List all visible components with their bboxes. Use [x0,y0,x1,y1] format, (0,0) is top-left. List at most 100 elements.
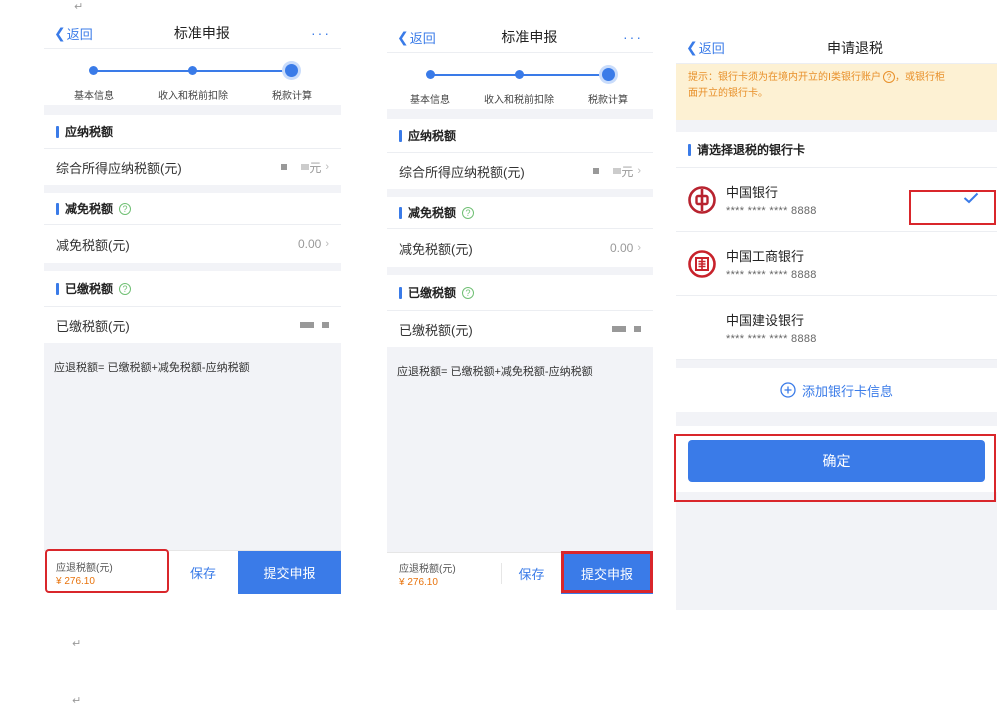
refund-due-amount: ¥ 276.10 [399,576,438,588]
row-label: 已缴税额(元) [399,322,473,338]
page-title: 申请退税 [827,39,883,56]
chevron-right-icon: › [637,165,641,177]
paid-row[interactable]: 已缴税额(元) [387,311,653,347]
row-label: 已缴税额(元) [56,318,130,334]
add-card-label: 添加银行卡信息 [801,383,893,399]
back-label: 返回 [698,41,725,56]
card-number: **** **** **** 8888 [726,205,817,217]
section-title: 请选择退税的银行卡 [697,143,806,157]
masked-value [322,322,329,328]
bottom-action-bar: 应退税额(元) ¥ 276.10 保存 提交申报 [44,550,341,594]
masked-value [281,164,288,170]
tip-text: 提示：银行卡须为在境内开立的Ⅰ类银行账户 [688,72,881,83]
more-icon[interactable]: ··· [311,25,331,41]
masked-value [301,164,310,170]
section-marker [399,286,402,299]
back-label: 返回 [409,30,436,46]
tip-text: 面开立的银行卡。 [688,88,768,99]
help-icon[interactable]: ? [462,286,475,299]
more-icon[interactable]: ··· [623,29,643,45]
step-dot [89,66,98,75]
help-icon[interactable]: ? [882,71,895,83]
refund-formula: 应退税额= 已缴税额+减免税额-应纳税额 [54,362,250,374]
relief-row[interactable]: 减免税额(元) 0.00 › [44,225,341,263]
back-button[interactable]: ❮ 返回 [54,24,93,43]
bank-name: 中国工商银行 [726,249,805,264]
bank-card-row[interactable]: 中国银行 **** **** **** 8888 [676,168,997,232]
refund-due-box: 应退税额(元) ¥ 276.10 [387,553,501,594]
check-icon [963,191,979,209]
row-label: 综合所得应纳税额(元) [56,160,182,176]
back-button[interactable]: ❮ 返回 [686,38,725,57]
save-button[interactable]: 保存 [168,551,238,594]
nav-bar: ❮ 返回 标准申报 ··· [44,18,341,49]
section-title: 减免税额 [408,206,457,220]
step-dot [515,70,524,79]
submit-button[interactable]: 提交申报 [238,551,341,594]
chevron-right-icon: › [637,242,641,254]
bank-name: 中国银行 [726,185,779,200]
bank-card-row[interactable]: 中国建设银行 **** **** **** 8888 [676,296,997,360]
page-title: 标准申报 [501,29,558,45]
step-label: 税款计算 [588,95,628,106]
progress-steps: 基本信息 收入和税前扣除 税款计算 [44,49,341,105]
relief-row[interactable]: 减免税额(元) 0.00 › [387,229,653,267]
help-icon[interactable]: ? [119,202,132,215]
add-bank-card-button[interactable]: 添加银行卡信息 [676,368,997,412]
nav-bar: ❮ 返回 申请退税 [676,32,997,64]
row-label: 减免税额(元) [56,237,130,253]
page-title: 标准申报 [173,25,230,41]
section-paid: 已缴税额 ? [387,275,653,311]
section-title: 已缴税额 [408,286,457,300]
section-marker [399,206,402,219]
relief-value: 0.00 [297,237,322,251]
row-label: 综合所得应纳税额(元) [399,164,525,180]
section-select-card: 请选择退税的银行卡 [676,132,997,168]
save-button[interactable]: 保存 [501,563,561,584]
confirm-area: 确定 [676,426,997,492]
masked-value [612,326,626,332]
row-value: 元 › [275,159,329,176]
section-title: 已缴税额 [65,282,114,296]
tip-text: ，或银行柜 [894,72,945,83]
unit-label: 元 [309,160,322,175]
bottom-action-bar: 应退税额(元) ¥ 276.10 保存 提交申报 [387,552,653,594]
bank-name: 中国建设银行 [726,313,805,328]
step-label: 收入和税前扣除 [484,95,554,106]
masked-value [613,168,622,174]
payable-row[interactable]: 综合所得应纳税额(元) 元 › [387,153,653,189]
card-number: **** **** **** 8888 [726,269,817,281]
paragraph-mark: ↵ [72,694,82,705]
screen-tax-calculation-1: ❮ 返回 标准申报 ··· 基本信息 收入和税前扣除 税款计算 应纳税额 综合所… [44,18,341,594]
screen-apply-refund: ❮ 返回 申请退税 提示：银行卡须为在境内开立的Ⅰ类银行账户? ，或银行柜 面开立… [676,32,997,610]
confirm-button[interactable]: 确定 [688,440,985,482]
step-dot-current [602,68,615,81]
chevron-left-icon: ❮ [686,39,698,55]
bank-of-china-logo-icon [688,185,716,214]
progress-steps: 基本信息 收入和税前扣除 税款计算 [387,53,653,109]
payable-row[interactable]: 综合所得应纳税额(元) 元 › [44,149,341,185]
paid-row[interactable]: 已缴税额(元) [44,307,341,343]
bank-card-row[interactable]: 中国工商银行 **** **** **** 8888 [676,232,997,296]
back-button[interactable]: ❮ 返回 [397,28,436,47]
submit-button[interactable]: 提交申报 [561,553,653,594]
chevron-right-icon: › [325,238,329,250]
nav-bar: ❮ 返回 标准申报 ··· [387,22,653,53]
masked-value [634,326,641,332]
section-relief: 减免税额 ? [387,197,653,229]
unit-label: 元 [621,164,634,179]
refund-due-amount: ¥ 276.10 [56,575,95,587]
chevron-right-icon: › [325,161,329,173]
help-icon[interactable]: ? [119,282,132,295]
icbc-logo-icon [688,249,716,278]
masked-value [300,322,314,328]
step-label: 收入和税前扣除 [158,91,228,102]
refund-formula: 应退税额= 已缴税额+减免税额-应纳税额 [397,366,593,378]
section-title: 应纳税额 [408,129,457,143]
section-title: 应纳税额 [65,125,114,139]
masked-value [593,168,600,174]
refund-due-label: 应退税额(元) [56,562,113,574]
help-icon[interactable]: ? [462,206,475,219]
plus-circle-icon [780,382,796,398]
section-marker [56,282,59,295]
